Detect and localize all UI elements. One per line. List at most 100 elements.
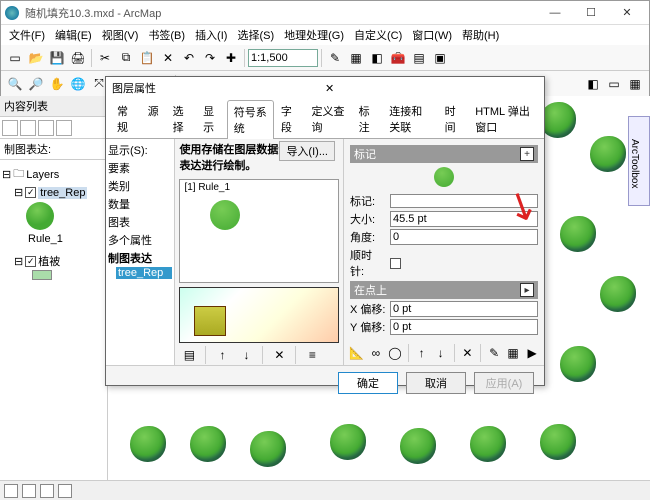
play-icon[interactable]: ▦ [505, 343, 521, 363]
menu-view[interactable]: 视图(V) [98, 25, 143, 45]
menu-custom[interactable]: 自定义(C) [350, 25, 406, 45]
maximize-button[interactable]: ☐ [573, 3, 609, 23]
pause-icon[interactable] [58, 484, 72, 498]
model-icon[interactable]: ▣ [430, 48, 450, 68]
tab-time[interactable]: 时间 [438, 99, 469, 138]
menu-edit[interactable]: 编辑(E) [51, 25, 96, 45]
circle-icon[interactable]: ◯ [387, 343, 403, 363]
scale-input[interactable] [248, 49, 318, 67]
menu-insert[interactable]: 插入(I) [191, 25, 231, 45]
toc-veg[interactable]: ⊟✓植被 [2, 252, 105, 270]
zoomin-icon[interactable]: 🔍 [5, 74, 25, 94]
toc-vis-icon[interactable] [38, 120, 54, 136]
dialog-close-icon[interactable]: ✕ [325, 82, 538, 95]
undo-icon[interactable]: ↶ [179, 48, 199, 68]
toc-rule[interactable]: Rule_1 [2, 232, 105, 246]
tab-label[interactable]: 标注 [352, 99, 383, 138]
python-icon[interactable]: ▤ [409, 48, 429, 68]
close-button[interactable]: ✕ [609, 3, 645, 23]
minimize-button[interactable]: — [537, 3, 573, 23]
yoffset-input[interactable] [390, 319, 538, 335]
veg-swatch [32, 270, 52, 280]
move-up-icon[interactable]: ↑ [212, 345, 232, 365]
rule-menu-icon[interactable]: ≡ [302, 345, 322, 365]
new-icon[interactable]: ▭ [5, 48, 25, 68]
toc-list-icon[interactable] [2, 120, 18, 136]
tab-fields[interactable]: 字段 [274, 99, 305, 138]
arctoolbox-tab[interactable]: ArcToolbox [628, 116, 650, 206]
layout-icon[interactable]: ▦ [625, 74, 645, 94]
onpoint-toggle-icon[interactable]: ▸ [520, 283, 534, 297]
toc-source-icon[interactable] [20, 120, 36, 136]
add-layer-icon[interactable]: + [520, 147, 534, 161]
menu-geo[interactable]: 地理处理(G) [280, 25, 348, 45]
fullextent-icon[interactable]: 🌐 [68, 74, 88, 94]
cut-icon[interactable]: ✂ [95, 48, 115, 68]
add-data-icon[interactable]: ✚ [221, 48, 241, 68]
marker-picker[interactable] [390, 194, 538, 208]
draw-icon[interactable]: ▭ [604, 74, 624, 94]
tab-symbology[interactable]: 符号系统 [227, 100, 274, 139]
menu-window[interactable]: 窗口(W) [408, 25, 456, 45]
import-button[interactable]: 导入(I)... [279, 141, 335, 161]
move-down-icon[interactable]: ↓ [236, 345, 256, 365]
toc-sel-icon[interactable] [56, 120, 72, 136]
eyedrop-icon[interactable]: ✎ [486, 343, 502, 363]
sym-del-icon[interactable]: ✕ [459, 343, 475, 363]
toc-layers[interactable]: ⊟🗀Layers [2, 164, 105, 185]
sym-up-icon[interactable]: ↑ [414, 343, 430, 363]
pan-icon[interactable]: ✋ [47, 74, 67, 94]
show-features[interactable]: 要素 [108, 159, 172, 177]
xoffset-input[interactable] [390, 301, 538, 317]
cancel-button[interactable]: 取消 [406, 372, 466, 394]
rule-panel: 使用存储在图层数据源中的制图表达进行绘制。 导入(I)... [1] Rule_… [175, 139, 344, 365]
menu-file[interactable]: 文件(F) [5, 25, 49, 45]
ok-button[interactable]: 确定 [338, 372, 398, 394]
paste-icon[interactable]: 📋 [137, 48, 157, 68]
show-quantities[interactable]: 数量 [108, 195, 172, 213]
tab-join[interactable]: 连接和关联 [382, 99, 437, 138]
menu-help[interactable]: 帮助(H) [458, 25, 503, 45]
link-icon[interactable]: ∞ [368, 343, 384, 363]
editor-icon[interactable]: ✎ [325, 48, 345, 68]
show-representation[interactable]: 制图表达 [108, 249, 172, 267]
toc-tree-rep[interactable]: ⊟✓tree_Rep [2, 185, 105, 200]
tab-display[interactable]: 显示 [196, 99, 227, 138]
tab-source[interactable]: 源 [141, 99, 166, 138]
layer-mode-icon[interactable]: ▤ [179, 345, 199, 365]
delete-icon[interactable]: ✕ [158, 48, 178, 68]
show-multiattr[interactable]: 多个属性 [108, 231, 172, 249]
size-input[interactable] [390, 211, 538, 227]
tab-general[interactable]: 常规 [110, 99, 141, 138]
tab-defquery[interactable]: 定义查询 [304, 99, 351, 138]
tab-selection[interactable]: 选择 [166, 99, 197, 138]
tab-html[interactable]: HTML 弹出窗口 [468, 99, 540, 138]
layout-view-icon[interactable] [22, 484, 36, 498]
show-rep-item[interactable]: tree_Rep [116, 267, 172, 279]
show-categories[interactable]: 类别 [108, 177, 172, 195]
next-icon[interactable]: ▶ [524, 343, 540, 363]
show-charts[interactable]: 图表 [108, 213, 172, 231]
rule-list[interactable]: [1] Rule_1 [179, 179, 339, 283]
copy-icon[interactable]: ⧉ [116, 48, 136, 68]
data-view-icon[interactable] [4, 484, 18, 498]
redo-icon[interactable]: ↷ [200, 48, 220, 68]
angle-input[interactable] [390, 229, 538, 245]
print-icon[interactable]: 🖨 [68, 48, 88, 68]
zoomout-icon[interactable]: 🔎 [26, 74, 46, 94]
refresh-icon[interactable] [40, 484, 54, 498]
arcmap-window: 随机填充10.3.mxd - ArcMap — ☐ ✕ 文件(F) 编辑(E) … [0, 0, 650, 500]
toolbox-icon[interactable]: 🧰 [388, 48, 408, 68]
menu-bookmark[interactable]: 书签(B) [144, 25, 189, 45]
menu-select[interactable]: 选择(S) [233, 25, 278, 45]
delete-rule-icon[interactable]: ✕ [269, 345, 289, 365]
save-icon[interactable]: 💾 [47, 48, 67, 68]
open-icon[interactable]: 📂 [26, 48, 46, 68]
units-icon[interactable]: 📐 [348, 343, 365, 363]
catalog-icon[interactable]: ◧ [367, 48, 387, 68]
clockwise-checkbox[interactable] [390, 258, 401, 269]
georef-icon[interactable]: ◧ [583, 74, 603, 94]
table-icon[interactable]: ▦ [346, 48, 366, 68]
sym-down-icon[interactable]: ↓ [433, 343, 449, 363]
apply-button[interactable]: 应用(A) [474, 372, 534, 394]
